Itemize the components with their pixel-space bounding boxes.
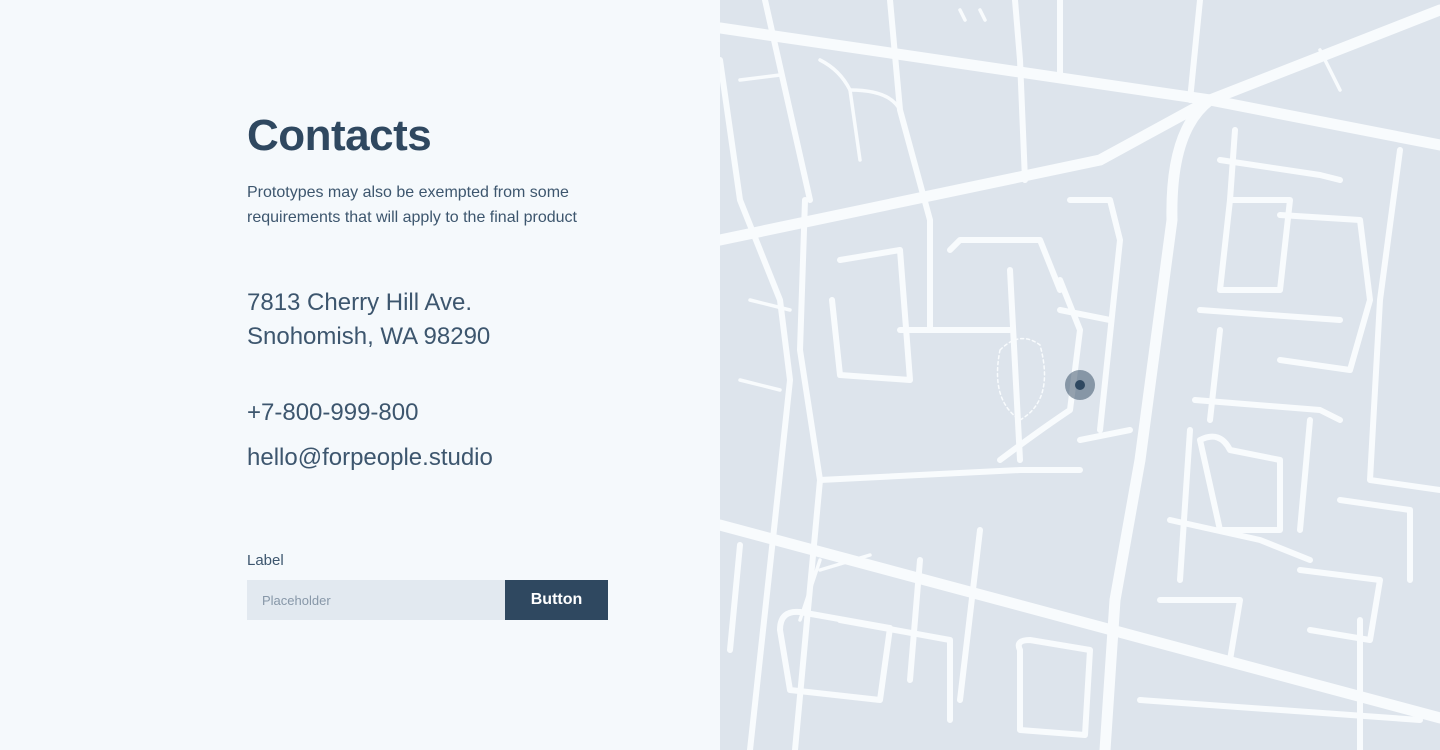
email-address[interactable]: hello@forpeople.studio	[247, 441, 647, 475]
contacts-content: Contacts Prototypes may also be exempted…	[247, 108, 647, 475]
address: 7813 Cherry Hill Ave. Snohomish, WA 9829…	[247, 286, 647, 354]
map[interactable]	[720, 0, 1440, 750]
phone-number[interactable]: +7-800-999-800	[247, 396, 647, 430]
location-pin-icon[interactable]	[1065, 370, 1095, 400]
park-outline	[996, 337, 1046, 421]
page-title: Contacts	[247, 111, 432, 160]
address-line-1: 7813 Cherry Hill Ave.	[247, 289, 472, 316]
contacts-panel: Contacts Prototypes may also be exempted…	[0, 0, 720, 750]
map-canvas[interactable]	[720, 0, 1440, 750]
form-row: Button	[247, 580, 608, 620]
form-label: Label	[247, 552, 284, 569]
text-input[interactable]	[247, 580, 505, 620]
address-line-2: Snohomish, WA 98290	[247, 323, 491, 350]
subscribe-form: Label Button	[247, 550, 608, 620]
contacts-description: Prototypes may also be exempted from som…	[247, 184, 577, 226]
submit-button[interactable]: Button	[505, 580, 608, 620]
